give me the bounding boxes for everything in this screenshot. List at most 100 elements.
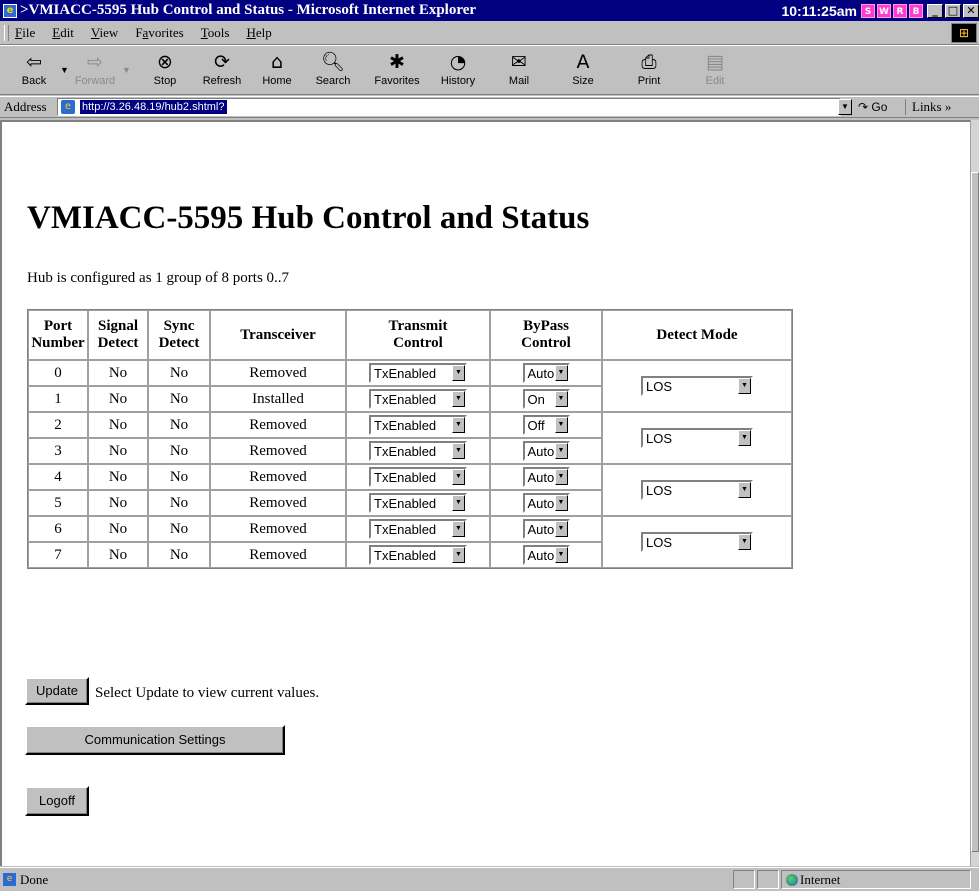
back-dropdown[interactable]: ▼ (58, 49, 72, 93)
tray-badge-b[interactable]: B (909, 3, 923, 18)
back-dropdown-icon: ▼ (60, 65, 69, 75)
minimize-button[interactable]: _ (927, 3, 943, 18)
bypass-control-cell: Auto ▼ (490, 490, 602, 516)
detect-mode-select[interactable]: LOS ▼ (641, 532, 753, 552)
signal-detect-cell: No (88, 490, 148, 516)
search-button[interactable]: 🔍︎ Search (308, 49, 358, 93)
bypass-control-select-value: Off (527, 418, 545, 433)
go-arrow-icon: ↷ (858, 100, 869, 114)
clock: 10:11:25am (781, 2, 857, 19)
links-label: Links (912, 99, 942, 114)
edit-button[interactable]: ▤ Edit (692, 49, 738, 93)
home-button[interactable]: ⌂ Home (254, 49, 300, 93)
maximize-button[interactable]: □ (945, 3, 961, 18)
bypass-control-select[interactable]: Off ▼ (522, 415, 570, 435)
mail-label: Mail (508, 75, 530, 87)
detect-mode-select[interactable]: LOS ▼ (641, 376, 753, 396)
transceiver-cell: Removed (210, 542, 346, 568)
bypass-control-select-value: Auto (527, 444, 555, 459)
port-number-cell: 2 (28, 412, 88, 438)
go-button[interactable]: ↷ Go (858, 100, 887, 114)
window-title: >VMIACC-5595 Hub Control and Status - Mi… (20, 2, 477, 18)
header-port-line1: Port (43, 318, 73, 334)
stop-button[interactable]: ⊗ Stop (142, 49, 188, 93)
menu-edit-accel: E (52, 25, 61, 40)
bypass-control-select-value: Auto (527, 496, 555, 511)
address-input[interactable]: e http://3.26.48.19/hub2.shtml? (57, 98, 841, 116)
mail-button[interactable]: ✉ Mail (496, 49, 542, 93)
transmit-control-select[interactable]: TxEnabled ▼ (369, 389, 467, 409)
update-button[interactable]: Update (25, 677, 89, 705)
communication-settings-button[interactable]: Communication Settings (25, 725, 285, 755)
menu-edit[interactable]: Edit (52, 25, 74, 41)
header-transmit-line1: Transmit (388, 318, 448, 334)
bypass-control-select[interactable]: Auto ▼ (522, 363, 570, 383)
menu-favorites[interactable]: Favorites (135, 25, 183, 41)
bypass-control-cell: Off ▼ (490, 412, 602, 438)
history-icon: ◔ (449, 51, 467, 73)
refresh-button[interactable]: ⟳ Refresh (196, 49, 248, 93)
transmit-control-select[interactable]: TxEnabled ▼ (369, 545, 467, 565)
status-cell-2 (757, 870, 779, 889)
address-dropdown-arrow-icon[interactable]: ▼ (838, 99, 852, 115)
bypass-control-select[interactable]: On ▼ (522, 389, 570, 409)
close-button[interactable]: ✕ (963, 3, 979, 18)
back-label: Back (21, 75, 47, 87)
transceiver-cell: Removed (210, 412, 346, 438)
menu-view[interactable]: View (91, 25, 118, 41)
bypass-control-select[interactable]: Auto ▼ (522, 441, 570, 461)
transmit-control-select[interactable]: TxEnabled ▼ (369, 519, 467, 539)
bypass-control-select[interactable]: Auto ▼ (522, 545, 570, 565)
logoff-button[interactable]: Logoff (25, 786, 89, 816)
table-row: 2 No No Removed TxEnabled ▼ Off ▼ LOS ▼ (28, 412, 792, 464)
forward-dropdown[interactable]: ▼ (120, 49, 134, 93)
menu-file[interactable]: File (15, 25, 35, 41)
tray-badge-r[interactable]: R (893, 3, 907, 18)
chevron-down-icon: ▼ (554, 365, 568, 381)
header-sync-line2: Detect (158, 335, 200, 351)
bypass-control-cell: Auto ▼ (490, 360, 602, 386)
transmit-control-select[interactable]: TxEnabled ▼ (369, 415, 467, 435)
header-sync-detect: Sync Detect (148, 310, 210, 360)
detect-mode-select[interactable]: LOS ▼ (641, 480, 753, 500)
chevron-down-icon: ▼ (738, 534, 751, 550)
tray-badge-w[interactable]: W (877, 3, 891, 18)
header-signal-detect: Signal Detect (88, 310, 148, 360)
scrollbar-thumb[interactable] (971, 172, 979, 852)
detect-mode-select[interactable]: LOS ▼ (641, 428, 753, 448)
transmit-control-select[interactable]: TxEnabled ▼ (369, 467, 467, 487)
bypass-control-select[interactable]: Auto ▼ (522, 493, 570, 513)
bypass-control-select-value: On (527, 392, 545, 407)
chevron-down-icon: ▼ (554, 495, 568, 511)
menu-grip[interactable] (4, 25, 9, 41)
menu-tools[interactable]: Tools (201, 25, 230, 41)
chevron-down-icon: ▼ (452, 521, 465, 537)
transmit-control-select[interactable]: TxEnabled ▼ (369, 363, 467, 383)
transceiver-cell: Removed (210, 464, 346, 490)
detect-mode-select-value: LOS (646, 431, 673, 446)
address-url: http://3.26.48.19/hub2.shtml? (80, 100, 227, 114)
tray-badge-s[interactable]: S (861, 3, 875, 18)
transceiver-cell: Removed (210, 516, 346, 542)
transmit-control-select[interactable]: TxEnabled ▼ (369, 441, 467, 461)
edit-label: Edit (705, 75, 725, 87)
vertical-scrollbar[interactable] (970, 120, 979, 866)
links-button[interactable]: Links » (905, 99, 951, 115)
favorites-button[interactable]: ✱ Favorites (368, 49, 426, 93)
header-transmit-line2: Control (393, 335, 443, 351)
forward-button[interactable]: ⇨ Forward (72, 49, 118, 93)
bypass-control-cell: Auto ▼ (490, 516, 602, 542)
back-button[interactable]: ⇦ Back (12, 49, 56, 93)
bypass-control-select[interactable]: Auto ▼ (522, 519, 570, 539)
hub-table-body: 0 No No Removed TxEnabled ▼ Auto ▼ LOS ▼ 1 No No Inst… (28, 360, 792, 568)
size-button[interactable]: A Size (560, 49, 606, 93)
menu-help[interactable]: Help (246, 25, 271, 41)
bypass-control-select[interactable]: Auto ▼ (522, 467, 570, 487)
header-transceiver: Transceiver (210, 310, 346, 360)
config-text: Hub is configured as 1 group of 8 ports … (27, 270, 290, 286)
transmit-control-select[interactable]: TxEnabled ▼ (369, 493, 467, 513)
sync-detect-cell: No (148, 412, 210, 438)
history-button[interactable]: ◔ History (432, 49, 484, 93)
transmit-control-cell: TxEnabled ▼ (346, 412, 490, 438)
print-button[interactable]: ⎙ Print (626, 49, 672, 93)
